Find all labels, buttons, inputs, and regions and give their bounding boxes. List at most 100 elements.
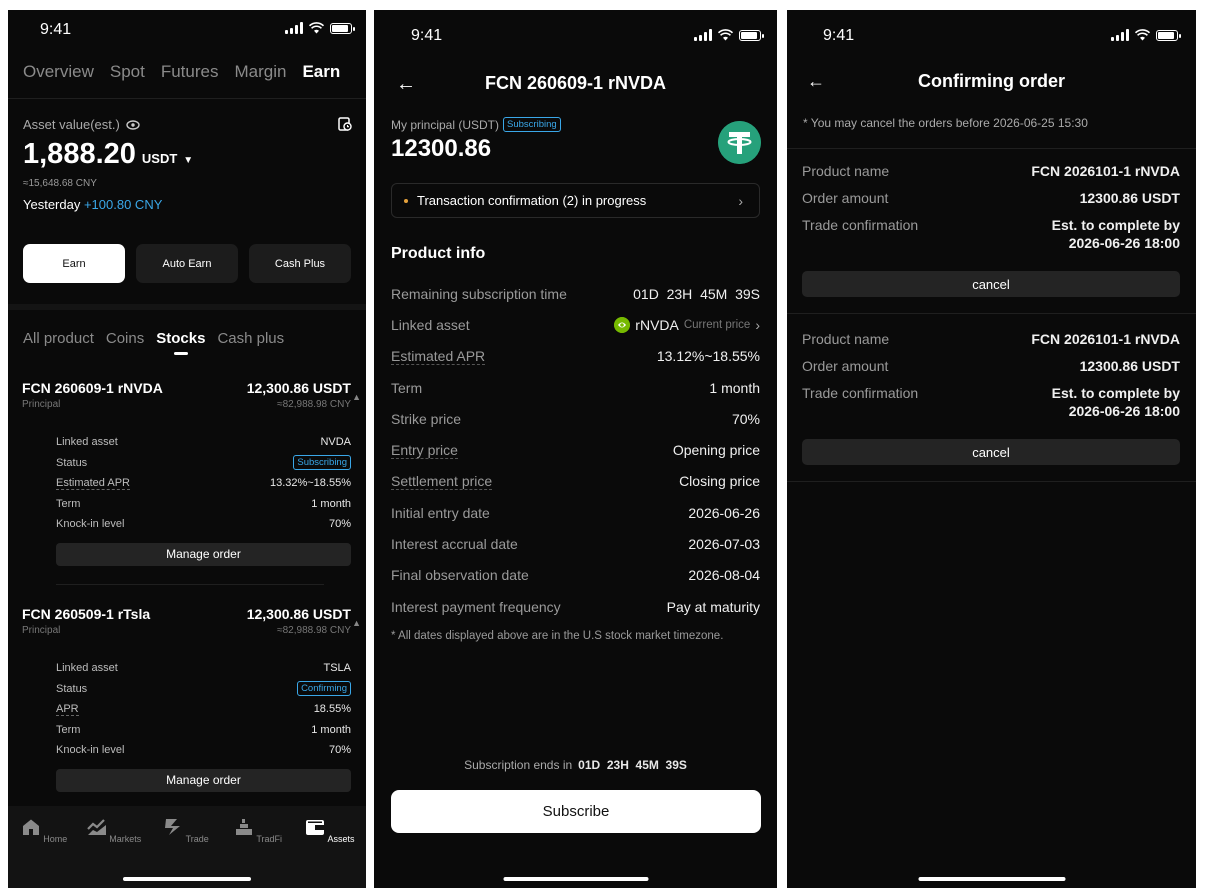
info-label: Term: [391, 379, 423, 396]
divider: [787, 481, 1196, 482]
row-label: Linked asset: [56, 436, 118, 449]
tab-spot[interactable]: Spot: [110, 62, 145, 82]
subscribe-button[interactable]: Subscribe: [391, 790, 761, 833]
transaction-confirmation-banner[interactable]: Transaction confirmation (2) in progress…: [391, 183, 760, 218]
yesterday-pnl: Yesterday +100.80 CNY: [23, 197, 162, 212]
trade-icon: [165, 819, 181, 835]
info-label[interactable]: Settlement price: [391, 473, 493, 490]
manage-order-button[interactable]: Manage order: [56, 768, 351, 792]
tab-cash-plus[interactable]: Cash plus: [217, 330, 284, 347]
tab-home[interactable]: Home: [14, 818, 74, 844]
pending-dot-icon: [404, 198, 408, 203]
caret-down-icon[interactable]: ▼: [183, 155, 193, 166]
row-label: Term: [56, 497, 81, 510]
collapse-icon[interactable]: ▲: [352, 392, 361, 402]
section-title: Product info: [391, 245, 486, 262]
detail-row: Linked asset TSLA: [56, 658, 351, 679]
eye-icon[interactable]: [126, 119, 140, 130]
info-value: 01D 23H 45M 39S: [633, 285, 760, 302]
home-indicator: [918, 877, 1065, 881]
tab-margin[interactable]: Margin: [234, 62, 286, 82]
info-row: Interest payment frequency Pay at maturit…: [391, 591, 760, 622]
tab-assets[interactable]: Assets: [300, 818, 360, 844]
tab-overview[interactable]: Overview: [23, 62, 94, 82]
info-row: Settlement price Closing price: [391, 466, 760, 497]
wifi-icon: [309, 22, 324, 34]
info-label: Interest payment frequency: [391, 598, 561, 615]
divider: [8, 98, 366, 99]
info-value: 2026-06-26: [688, 504, 760, 521]
tab-coins[interactable]: Coins: [106, 330, 144, 347]
tab-markets[interactable]: Markets: [84, 818, 144, 844]
battery-icon: [1156, 29, 1181, 41]
status-bar: 9:41: [787, 10, 1196, 50]
product-value: FCN 2026101-1 rNVDA: [1031, 331, 1180, 347]
info-label: Initial entry date: [391, 504, 490, 521]
row-label[interactable]: APR: [56, 703, 79, 716]
battery-icon: [330, 22, 355, 34]
asset-label: Asset value(est.): [23, 117, 140, 132]
info-value: 1 month: [709, 379, 760, 396]
product-name: FCN 260609-1 rNVDA: [22, 380, 163, 396]
status-icons: [285, 22, 355, 34]
history-icon[interactable]: [338, 117, 352, 131]
info-value: 70%: [731, 410, 760, 427]
info-label[interactable]: Estimated APR: [391, 348, 486, 365]
trade-date: 2026-06-26 18:00: [1068, 403, 1180, 419]
linked-asset-link[interactable]: rNVDA Current price ›: [614, 316, 760, 333]
status-badge: Subscribing: [293, 455, 351, 471]
asset-unit[interactable]: USDT: [142, 151, 177, 166]
cash-plus-button[interactable]: Cash Plus: [249, 244, 351, 283]
trade-label: Trade confirmation: [802, 217, 919, 233]
row-value: 70%: [328, 518, 351, 531]
earn-button[interactable]: Earn: [23, 244, 125, 283]
info-label: Final observation date: [391, 567, 529, 584]
info-value: 2026-07-03: [688, 536, 760, 553]
info-value: Opening price: [672, 442, 760, 459]
row-value: 70%: [328, 744, 351, 757]
tab-trade[interactable]: Trade: [156, 818, 216, 844]
principal-label: My principal (USDT) Subscribing: [391, 117, 561, 132]
cancel-button[interactable]: cancel: [802, 439, 1180, 465]
tab-all-product[interactable]: All product: [23, 330, 94, 347]
wallet-icon: [306, 820, 325, 835]
tab-earn[interactable]: Earn: [302, 62, 340, 82]
detail-row: Linked asset NVDA: [56, 432, 351, 453]
detail-row: Term 1 month: [56, 494, 351, 515]
timezone-note: * All dates displayed above are in the U…: [391, 630, 724, 642]
product-amount: 12,300.86 USDT: [246, 380, 351, 396]
info-row: Initial entry date 2026-06-26: [391, 497, 760, 528]
auto-earn-button[interactable]: Auto Earn: [136, 244, 238, 283]
chevron-right-icon: ›: [755, 316, 760, 333]
row-label: Linked asset: [56, 662, 118, 675]
page-title: FCN 260609-1 rNVDA: [484, 73, 667, 93]
top-tabs: Overview Spot Futures Margin Earn: [23, 62, 340, 82]
row-value: NVDA: [320, 436, 351, 449]
row-label: Term: [56, 723, 81, 736]
chevron-right-icon: ›: [738, 192, 743, 209]
principal-label-text: My principal (USDT): [391, 117, 500, 132]
status-badge: Subscribing: [503, 117, 561, 132]
row-label: Knock-in level: [56, 518, 125, 531]
cancel-button[interactable]: cancel: [802, 271, 1180, 297]
manage-order-button[interactable]: Manage order: [56, 542, 351, 566]
detail-row: APR 18.55%: [56, 699, 351, 720]
tab-stocks[interactable]: Stocks: [156, 330, 205, 347]
status-icons: [1111, 29, 1181, 41]
wifi-icon: [718, 29, 733, 41]
row-label[interactable]: Estimated APR: [56, 477, 130, 490]
trade-value: Est. to complete by 2026-06-26 18:00: [1052, 216, 1180, 252]
home-icon: [22, 819, 39, 835]
principal-label: Principal: [22, 625, 61, 636]
info-row: Strike price 70%: [391, 403, 760, 434]
detail-row: Knock-in level 70%: [56, 514, 351, 535]
collapse-icon[interactable]: ▲: [352, 618, 361, 628]
tab-tradfi[interactable]: TradFi: [228, 818, 288, 844]
yesterday-value: +100.80 CNY: [83, 197, 163, 212]
info-row: Entry price Opening price: [391, 434, 760, 465]
product-label: Product name: [802, 331, 890, 347]
asset-cny: ≈15,648.68 CNY: [23, 178, 97, 189]
product-card: FCN 260509-1 rTsla 12,300.86 USDT ▲ Prin…: [22, 606, 361, 792]
tab-futures[interactable]: Futures: [161, 62, 219, 82]
info-label[interactable]: Entry price: [391, 442, 458, 459]
